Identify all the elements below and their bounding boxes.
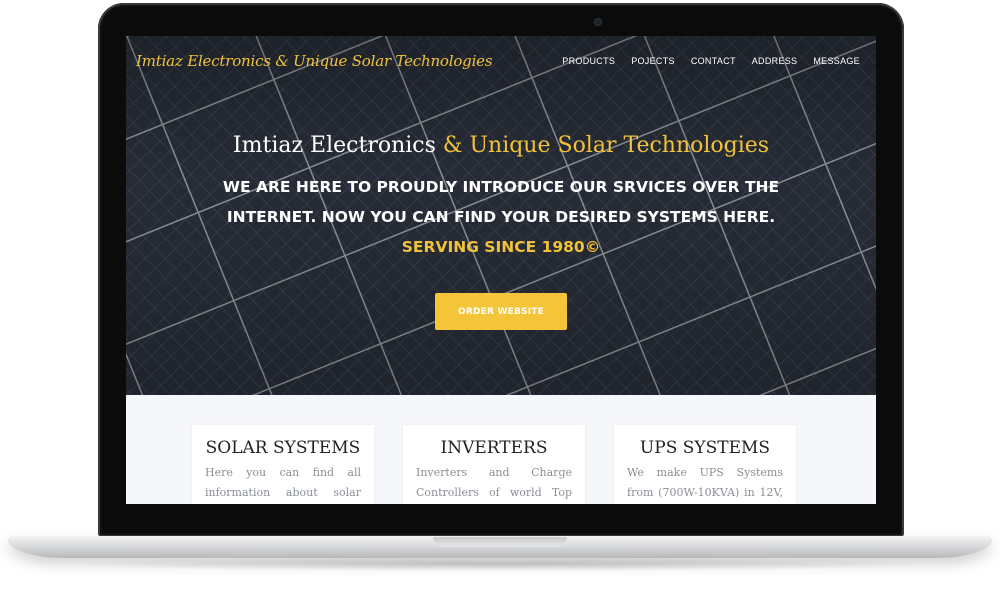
hero-serving-since: SERVING SINCE 1980©: [401, 238, 601, 256]
service-card-text: We make UPS Systems from (700W-10KVA) in…: [627, 466, 783, 499]
service-card-inverters[interactable]: INVERTERS Inverters and Charge Controlle…: [403, 425, 585, 504]
nav-item-products[interactable]: PRODUCTS: [562, 56, 615, 66]
camera-icon: [594, 18, 602, 26]
main-nav: PRODUCTS POJECTS CONTACT ADDRESS MESSAGE: [562, 56, 860, 66]
order-website-button[interactable]: ORDER WEBSITE: [435, 293, 567, 330]
hero-tagline-line2: INTERNET. NOW YOU CAN FIND YOUR DESIRED …: [226, 208, 776, 226]
services-section: SOLAR SYSTEMS Here you can find all info…: [126, 395, 876, 504]
service-card-ups[interactable]: UPS SYSTEMS We make UPS Systems from (70…: [614, 425, 796, 504]
nav-item-address[interactable]: ADDRESS: [752, 56, 798, 66]
service-card-text: Here you can find all information about …: [205, 466, 361, 499]
hero-title-main: Imtiaz Electronics: [232, 133, 436, 158]
service-card-title: INVERTERS: [440, 438, 548, 458]
hero-section: Imtiaz Electronics & Unique Solar Techno…: [126, 36, 876, 395]
hero-tagline-line1: WE ARE HERE TO PROUDLY INTRODUCE OUR SRV…: [222, 178, 780, 196]
service-card-title: UPS SYSTEMS: [639, 438, 771, 458]
service-card-text: Inverters and Charge Controllers of worl…: [416, 466, 572, 499]
nav-item-projects[interactable]: POJECTS: [631, 56, 675, 66]
nav-item-message[interactable]: MESSAGE: [813, 56, 860, 66]
site-brand-logo[interactable]: Imtiaz Electronics & Unique Solar Techno…: [136, 52, 493, 70]
laptop-notch: [433, 537, 567, 547]
service-card-solar[interactable]: SOLAR SYSTEMS Here you can find all info…: [192, 425, 374, 504]
service-card-title: SOLAR SYSTEMS: [205, 438, 361, 458]
laptop-shadow: [60, 557, 940, 571]
browser-viewport: Imtiaz Electronics & Unique Solar Techno…: [126, 36, 876, 504]
hero-title-accent: & Unique Solar Technologies: [442, 133, 770, 158]
nav-item-contact[interactable]: CONTACT: [691, 56, 736, 66]
hero-title: Imtiaz Electronics & Unique Solar Techno…: [126, 133, 876, 158]
